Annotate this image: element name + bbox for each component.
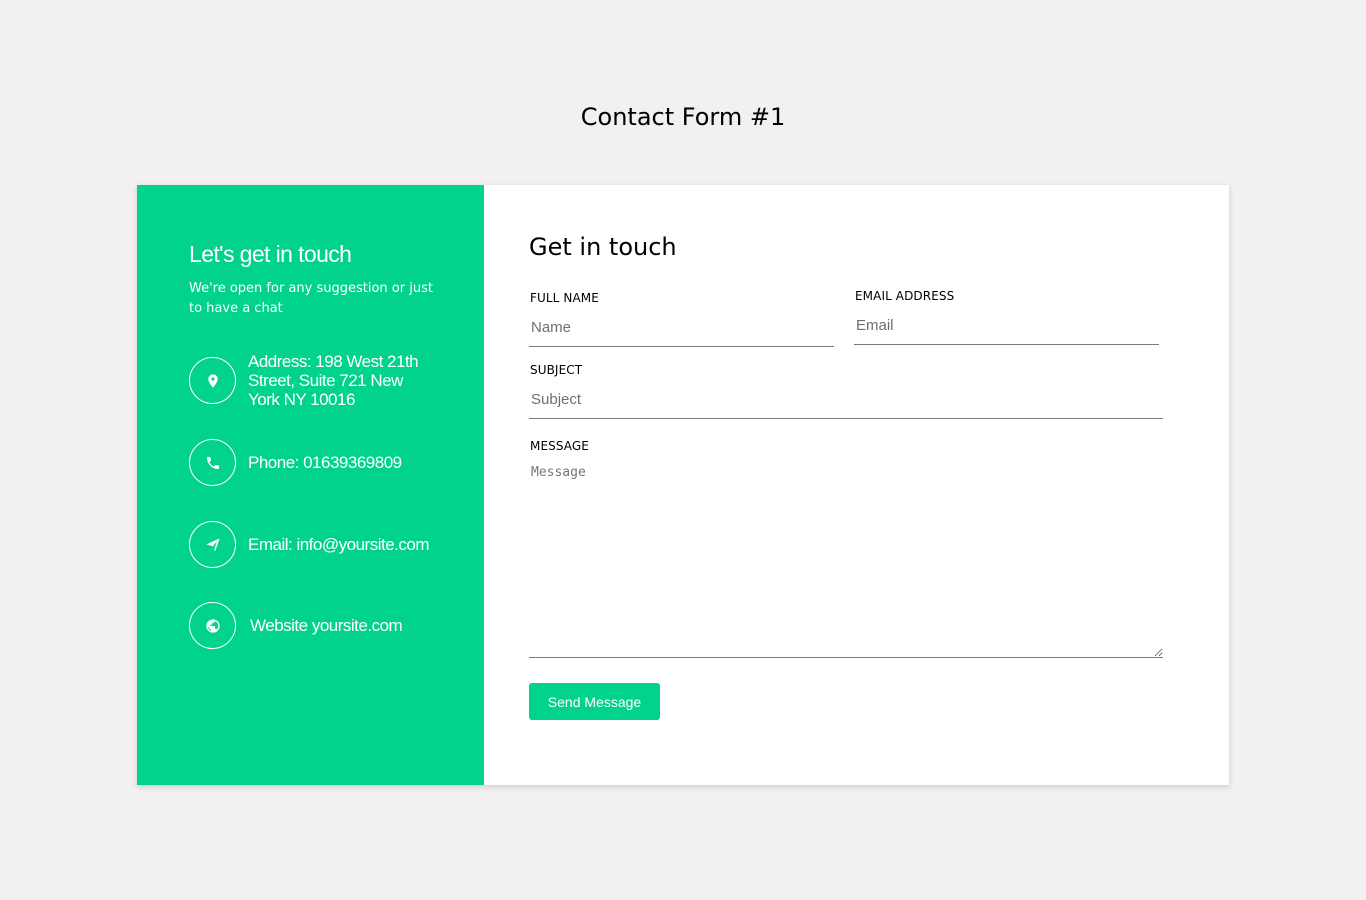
subject-label: SUBJECT (530, 363, 583, 377)
phone-text: Phone: 01639369809 (248, 453, 402, 472)
email-item: Email: info@yoursite.com (189, 521, 438, 568)
form-heading: Get in touch (529, 233, 677, 261)
website-text: Website yoursite.com (250, 616, 403, 635)
message-label: MESSAGE (530, 439, 589, 453)
globe-icon (189, 602, 236, 649)
info-heading: Let's get in touch (189, 241, 352, 267)
website-item: Website yoursite.com (189, 602, 440, 649)
full-name-input[interactable] (529, 309, 834, 347)
map-pin-icon (189, 357, 236, 404)
address-item: Address: 198 West 21th Street, Suite 721… (189, 352, 438, 409)
subject-input[interactable] (529, 381, 1163, 419)
page: Contact Form #1 Let's get in touch We're… (0, 0, 1366, 900)
email-text: Email: info@yoursite.com (248, 535, 430, 554)
contact-card: Let's get in touch We're open for any su… (137, 185, 1229, 785)
contact-info-panel: Let's get in touch We're open for any su… (137, 185, 484, 785)
paper-plane-icon (189, 521, 236, 568)
contact-form-panel: Get in touch FULL NAME EMAIL ADDRESS SUB… (484, 185, 1229, 785)
full-name-label: FULL NAME (530, 291, 599, 305)
phone-icon (189, 439, 236, 486)
phone-item: Phone: 01639369809 (189, 439, 438, 486)
address-text: Address: 198 West 21th Street, Suite 721… (248, 352, 419, 409)
email-input[interactable] (854, 307, 1159, 345)
email-address-label: EMAIL ADDRESS (855, 289, 955, 303)
message-textarea[interactable] (529, 457, 1163, 658)
info-subtitle: We're open for any suggestion or just to… (189, 281, 433, 316)
send-message-button[interactable]: Send Message (529, 683, 660, 720)
page-title: Contact Form #1 (580, 103, 786, 131)
